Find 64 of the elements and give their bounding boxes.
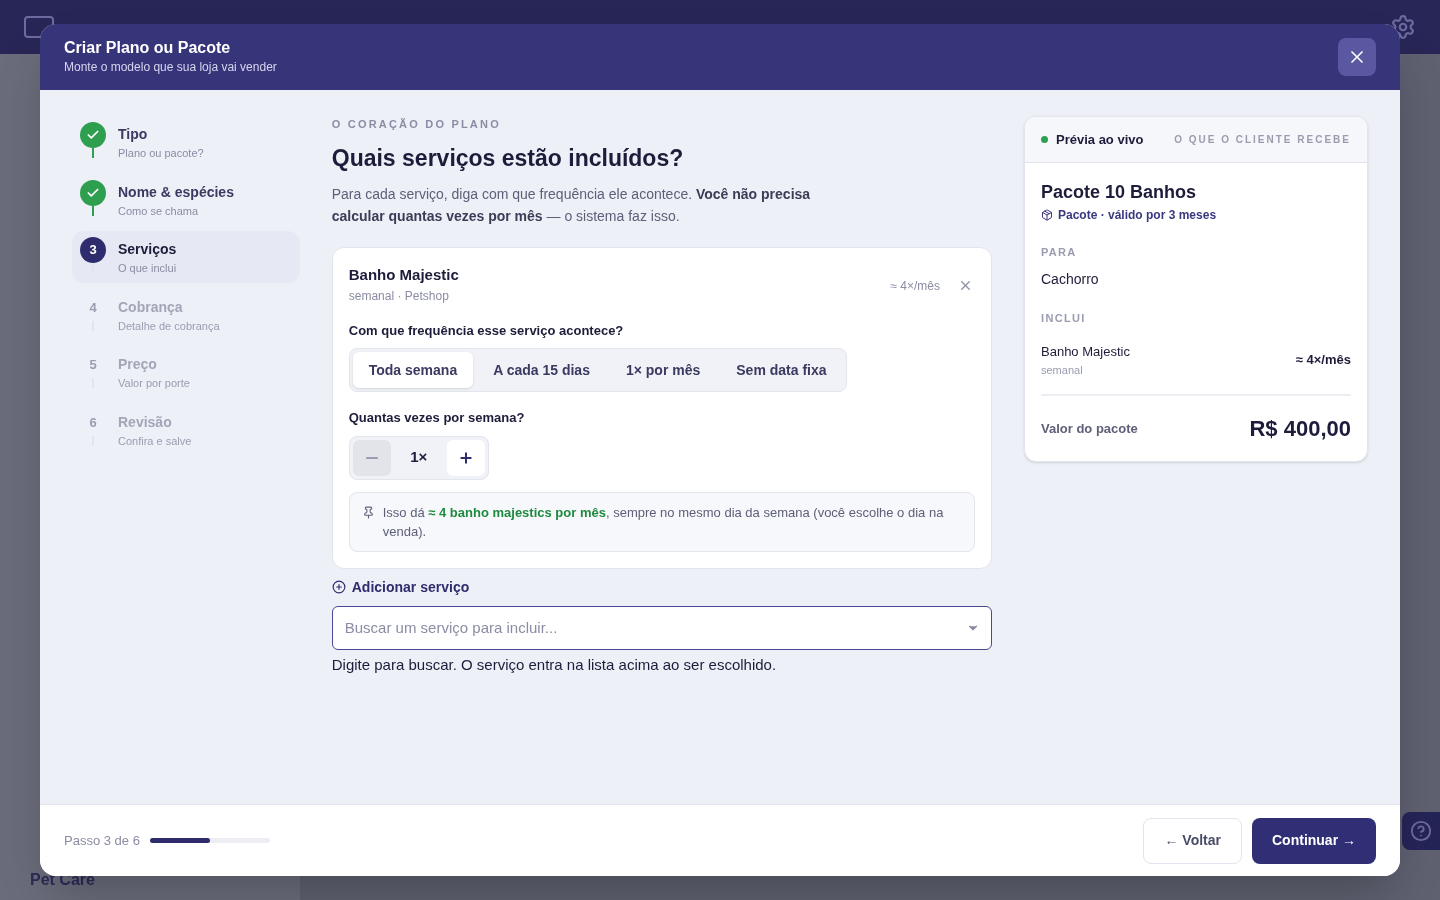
add-icon <box>331 580 346 594</box>
frequency-option[interactable]: A cada 15 dias <box>477 352 606 388</box>
section-title: Quais serviços estão incluídos? <box>331 143 685 173</box>
continue-button[interactable]: Continuar → <box>1252 817 1376 864</box>
plus-icon <box>457 449 474 466</box>
frequency-option[interactable]: 1× por mês <box>609 352 717 388</box>
package-name: Pacote 10 Banhos <box>1041 181 1198 204</box>
box-icon <box>1041 209 1053 221</box>
help-button[interactable] <box>1402 812 1440 850</box>
package-type: Pacote · válido por 3 meses <box>1058 207 1217 224</box>
step-item[interactable]: Tipo Plano ou pacote? <box>72 116 300 168</box>
step-number: 6 <box>88 413 98 432</box>
step-item[interactable]: Nome & espécies Como se chama <box>72 173 300 225</box>
frequency-option[interactable]: Toda semana <box>352 352 474 388</box>
step-number: 3 <box>80 237 106 263</box>
service-estimate: ≈ 4×/mês <box>890 277 940 295</box>
modal-subtitle: Monte o modelo que sua loja vai vender <box>64 59 277 76</box>
included-service-name: Banho Majestic <box>1041 343 1130 361</box>
step-number: 4 <box>88 298 98 317</box>
settings-icon[interactable] <box>1390 14 1416 40</box>
section-eyebrow: O CORAÇÃO DO PLANO <box>331 117 502 132</box>
included-service-frequency: semanal <box>1041 362 1084 378</box>
service-name: Banho Majestic <box>348 265 459 285</box>
total-label: Valor do pacote <box>1041 419 1138 438</box>
for-value: Cachorro <box>1041 269 1100 289</box>
for-label: PARA <box>1041 245 1078 260</box>
step-number: 5 <box>88 356 98 375</box>
total-value: R$ 400,00 <box>1249 415 1351 443</box>
count-value: 1× <box>409 447 429 468</box>
service-meta: semanal · Petshop <box>348 287 450 305</box>
close-icon <box>958 278 973 293</box>
step-title: Tipo <box>118 125 149 144</box>
step-title: Cobrança <box>118 297 184 317</box>
section-description: Para cada serviço, diga com que frequência ele acontece. Você não precisa calcular quantas vezes por mês — o sistema faz isso. <box>331 185 812 226</box>
includes-label: INCLUI <box>1041 310 1087 326</box>
step-subtitle: Detalhe de cobrança <box>118 318 220 334</box>
step-subtitle: Valor por porte <box>118 376 190 391</box>
step-subtitle: Confira e salve <box>118 433 192 449</box>
frequency-label: Com que frequência esse serviço acontece? <box>348 321 625 340</box>
help-icon <box>1410 820 1432 842</box>
step-title: Serviços <box>118 240 177 259</box>
live-label: Prévia ao vivo <box>1056 130 1144 149</box>
add-service-link[interactable]: Adicionar serviço <box>331 576 470 598</box>
step-item[interactable]: 3 Serviços O que inclui <box>72 231 300 283</box>
step-title: Revisão <box>118 412 173 432</box>
close-button[interactable] <box>1338 38 1376 76</box>
preview-caption: O QUE O CLIENTE RECEBE <box>1174 133 1351 147</box>
frequency-option[interactable]: Sem data fixa <box>720 352 843 388</box>
step-title: Nome & espécies <box>118 182 234 202</box>
step-subtitle: O que inclui <box>118 261 177 276</box>
count-label: Quantas vezes por semana? <box>348 409 526 427</box>
step-progress-text: Passo 3 de 6 <box>64 831 140 850</box>
step-subtitle: Plano ou pacote? <box>118 146 204 161</box>
search-help-text: Digite para buscar. O serviço entra na lista acima ao ser escolhido. <box>331 654 778 675</box>
service-search-field[interactable]: Buscar um serviço para incluir... <box>331 605 992 650</box>
step-title: Preço <box>118 355 158 374</box>
included-service-estimate: ≈ 4×/mês <box>1295 351 1351 370</box>
increment-button[interactable] <box>446 439 485 476</box>
back-button[interactable]: ← Voltar <box>1143 817 1242 864</box>
modal-title: Criar Plano ou Pacote <box>64 38 232 58</box>
pin-icon <box>361 505 375 519</box>
minus-icon <box>365 456 378 459</box>
note-text: Isso dá ≈ 4 banho majestics por mês, sempre no mesmo dia da semana (você escolhe o dia na venda). <box>382 503 945 541</box>
step-subtitle: Como se chama <box>118 203 200 219</box>
